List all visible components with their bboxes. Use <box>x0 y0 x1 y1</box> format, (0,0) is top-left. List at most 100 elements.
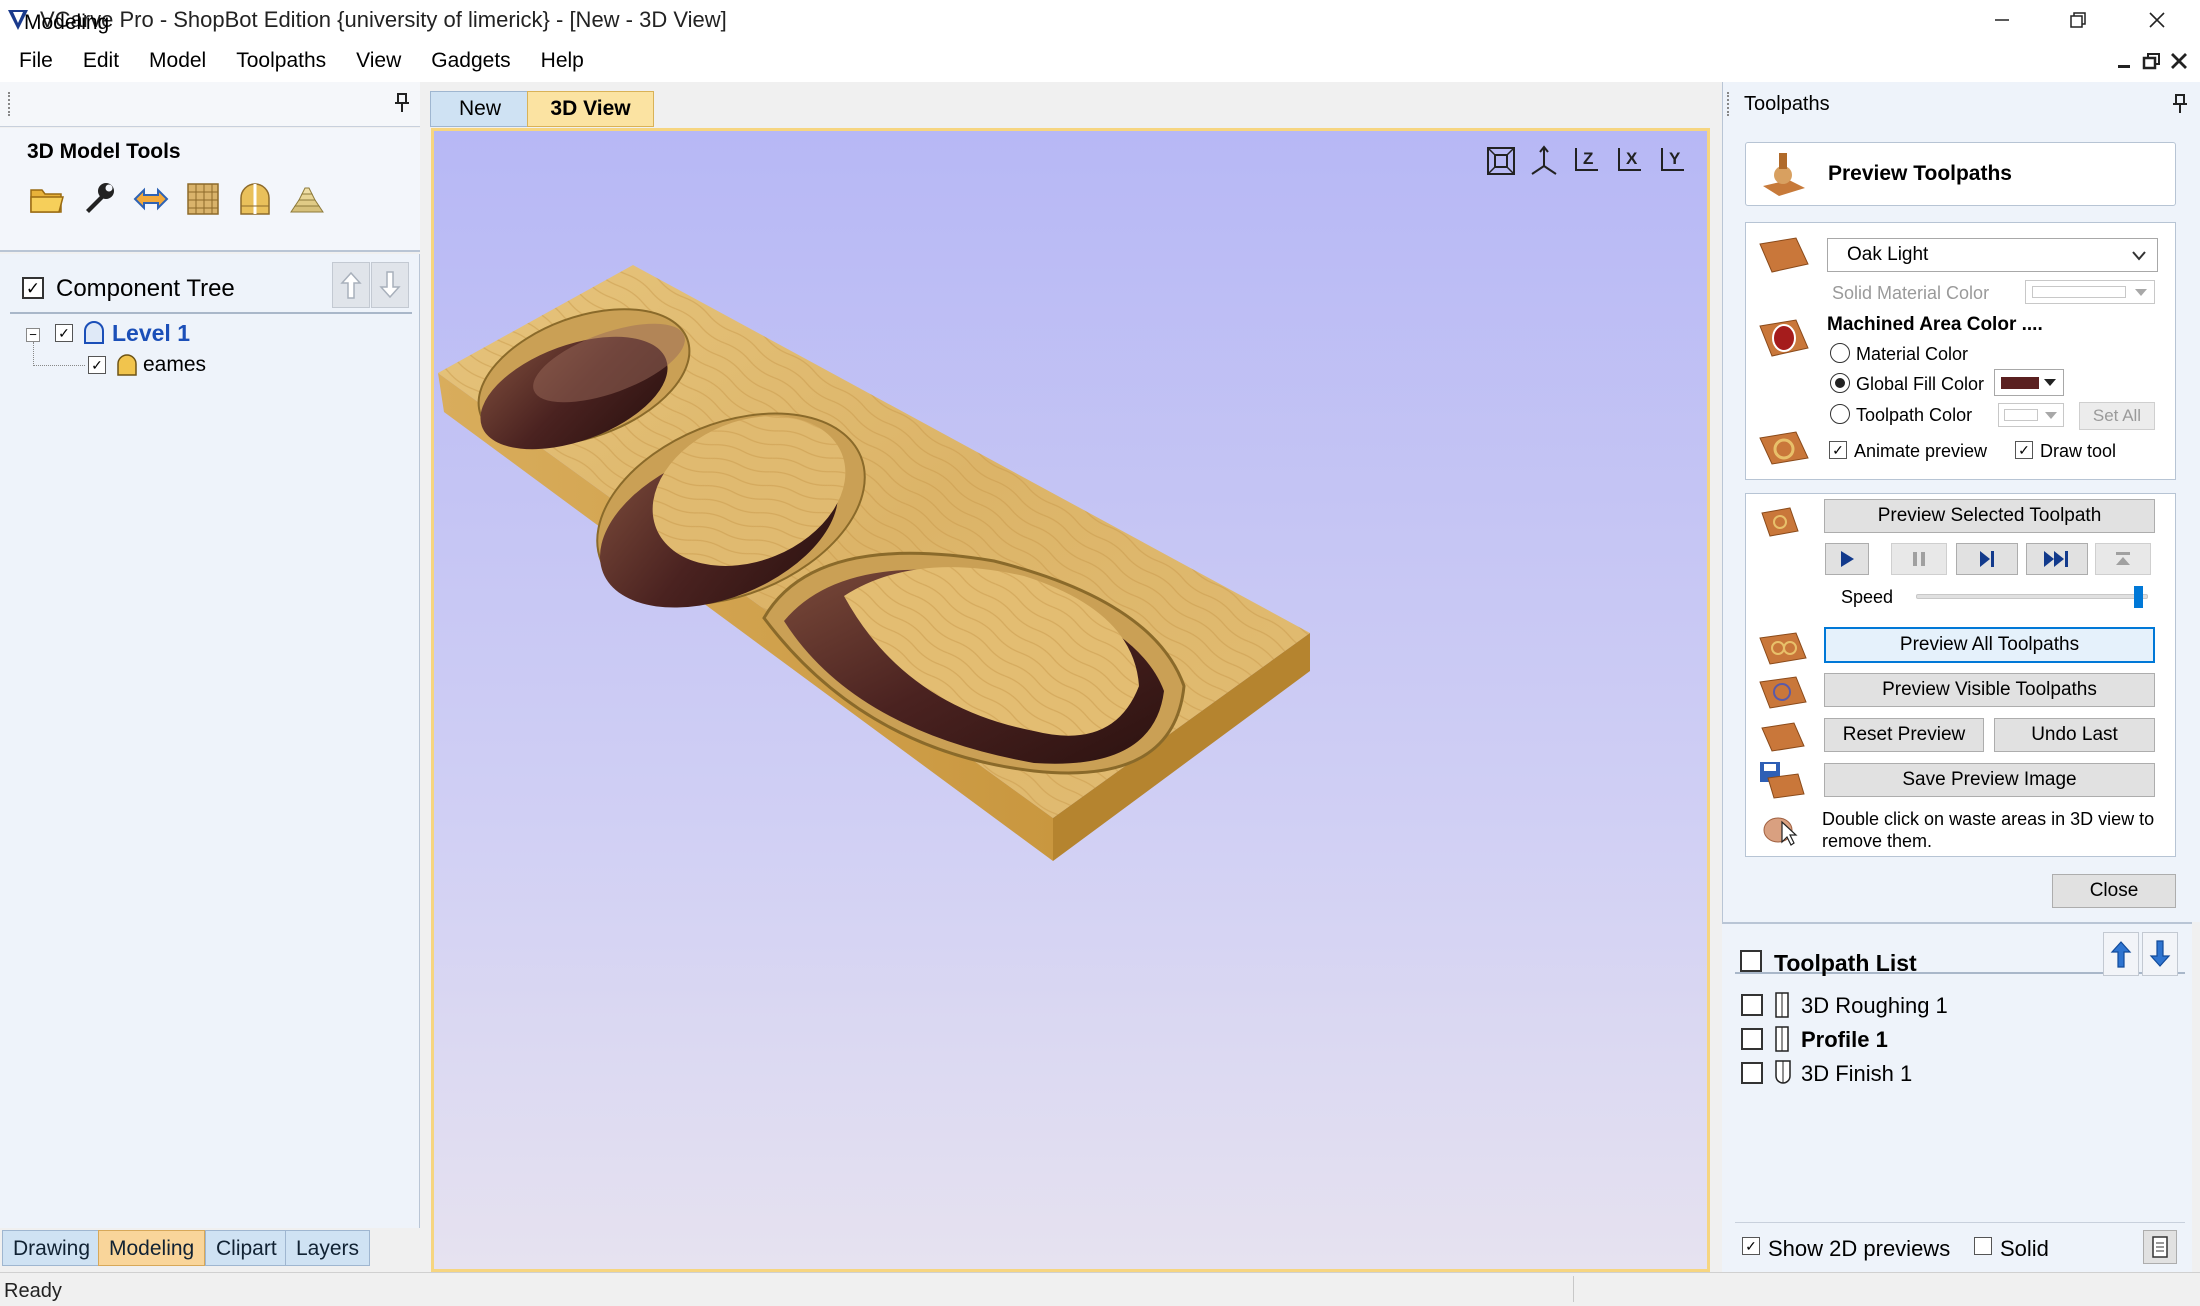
tab-new-document[interactable]: New <box>430 91 530 127</box>
tab-layers[interactable]: Layers <box>285 1230 371 1266</box>
show-2d-previews-checkbox[interactable]: ✓ <box>1742 1237 1760 1255</box>
grip-handle[interactable] <box>1727 92 1731 116</box>
tree-visibility-checkbox[interactable]: ✓ <box>22 277 44 299</box>
pause-icon <box>1913 552 1925 566</box>
radio-global-fill-color[interactable] <box>1830 373 1850 393</box>
component-icon <box>115 353 139 377</box>
fit-view-icon[interactable] <box>1484 144 1518 178</box>
transform-arrows-icon[interactable] <box>132 180 170 218</box>
texture-grid-icon[interactable] <box>184 180 222 218</box>
set-all-button[interactable]: Set All <box>2079 402 2155 430</box>
minimize-button[interactable] <box>1967 0 2037 40</box>
level-checkbox[interactable]: ✓ <box>55 324 73 342</box>
animate-tool-icon <box>1758 424 1810 470</box>
3d-view-canvas[interactable] <box>431 128 1710 1272</box>
arrow-up-icon <box>2110 941 2132 968</box>
solid-checkbox[interactable] <box>1974 1237 1992 1255</box>
move-up-button[interactable] <box>332 262 370 308</box>
toolpath-item-label[interactable]: 3D Roughing 1 <box>1801 993 1948 1019</box>
menu-edit[interactable]: Edit <box>68 40 134 82</box>
iso-view-icon[interactable] <box>1527 144 1561 178</box>
play-button[interactable] <box>1825 543 1869 575</box>
tree-connector <box>33 365 85 366</box>
fast-forward-button[interactable] <box>2026 543 2088 575</box>
stop-button[interactable] <box>2095 543 2151 575</box>
fast-forward-icon <box>2044 551 2068 567</box>
toolpath-item-label[interactable]: Profile 1 <box>1801 1027 1888 1053</box>
radio-material-color[interactable] <box>1830 343 1850 363</box>
svg-text:Z: Z <box>1583 149 1593 168</box>
wrench-icon[interactable] <box>80 180 118 218</box>
tab-drawing[interactable]: Drawing <box>2 1230 102 1266</box>
tree-level-label[interactable]: Level 1 <box>112 320 190 347</box>
waste-area-icon <box>1760 808 1800 848</box>
level-icon <box>82 321 106 345</box>
toolpaths-panel-title: Toolpaths <box>1744 93 1830 115</box>
view-x-icon[interactable]: X <box>1613 144 1647 178</box>
undo-last-button[interactable]: Undo Last <box>1994 718 2155 752</box>
animate-preview-label: Animate preview <box>1854 441 1988 461</box>
skip-to-start-icon <box>2116 552 2130 565</box>
restore-icon <box>2142 53 2160 70</box>
menu-model[interactable]: Model <box>134 40 221 82</box>
step-forward-button[interactable] <box>1956 543 2018 575</box>
component-split-icon[interactable] <box>236 180 274 218</box>
preview-selected-toolpath-button[interactable]: Preview Selected Toolpath <box>1824 499 2155 533</box>
radio-toolpath-color[interactable] <box>1830 404 1850 424</box>
tab-3d-view[interactable]: 3D View <box>527 91 654 127</box>
view-y-icon[interactable]: Y <box>1656 144 1690 178</box>
pin-icon[interactable] <box>392 92 412 114</box>
stack-layers-icon[interactable] <box>288 180 326 218</box>
toolpath-list-checkbox[interactable] <box>1740 950 1762 972</box>
save-preview-image-button[interactable]: Save Preview Image <box>1824 763 2155 797</box>
toolpath-checkbox[interactable] <box>1741 994 1763 1016</box>
preview-all-toolpaths-button[interactable]: Preview All Toolpaths <box>1824 627 2155 663</box>
chevron-down-icon <box>2132 251 2146 261</box>
mdi-close-button[interactable] <box>2168 50 2190 72</box>
reset-preview-button[interactable]: Reset Preview <box>1824 718 1984 752</box>
toolpath-list-title: Toolpath List <box>1774 950 1917 976</box>
close-preview-button[interactable]: Close <box>2052 874 2176 908</box>
fill-color-swatch <box>2001 377 2039 389</box>
tab-clipart[interactable]: Clipart <box>205 1230 288 1266</box>
component-checkbox[interactable]: ✓ <box>88 356 106 374</box>
restore-button[interactable] <box>2043 0 2113 40</box>
pause-button[interactable] <box>1891 543 1947 575</box>
menu-help[interactable]: Help <box>526 40 599 82</box>
minimize-icon <box>2118 65 2130 68</box>
mdi-minimize-button[interactable] <box>2114 50 2136 72</box>
menu-toolpaths[interactable]: Toolpaths <box>221 40 341 82</box>
toolpath-checkbox[interactable] <box>1741 1028 1763 1050</box>
preview-visible-toolpaths-button[interactable]: Preview Visible Toolpaths <box>1824 673 2155 707</box>
toolpath-summary-button[interactable] <box>2143 1230 2177 1264</box>
model-tools-title: 3D Model Tools <box>27 140 181 163</box>
tree-collapse-toggle[interactable]: − <box>26 328 40 342</box>
tree-component-label[interactable]: eames <box>143 353 206 377</box>
menu-view[interactable]: View <box>341 40 416 82</box>
mdi-restore-button[interactable] <box>2141 50 2163 72</box>
menu-bar: File Edit Model Toolpaths View Gadgets H… <box>0 40 2200 82</box>
pin-icon[interactable] <box>2170 93 2190 115</box>
fill-color-select[interactable] <box>1994 369 2064 396</box>
draw-tool-checkbox[interactable]: ✓ <box>2015 441 2033 459</box>
speed-slider-thumb[interactable] <box>2134 586 2143 608</box>
toolpath-item-label[interactable]: 3D Finish 1 <box>1801 1061 1912 1087</box>
speed-slider[interactable] <box>1916 586 2148 608</box>
move-down-button[interactable] <box>371 262 409 308</box>
menu-file[interactable]: File <box>9 40 68 82</box>
reset-preview-icon <box>1760 718 1806 754</box>
close-window-button[interactable] <box>2122 0 2192 40</box>
grip-handle[interactable] <box>8 92 12 116</box>
animate-preview-checkbox[interactable]: ✓ <box>1829 441 1847 459</box>
toolpath-checkbox[interactable] <box>1741 1062 1763 1084</box>
preview-tool-icon <box>1759 150 1809 200</box>
dropdown-icon <box>2044 379 2056 386</box>
tab-modeling[interactable]: Modeling <box>98 1230 206 1266</box>
material-select[interactable]: Oak Light <box>1827 238 2158 272</box>
toolpath-move-up-button[interactable] <box>2103 932 2139 976</box>
view-z-icon[interactable]: Z <box>1570 144 1604 178</box>
toolpath-move-down-button[interactable] <box>2142 932 2178 976</box>
open-folder-icon[interactable] <box>28 180 66 218</box>
menu-gadgets[interactable]: Gadgets <box>416 40 525 82</box>
dropdown-icon <box>2135 289 2147 296</box>
